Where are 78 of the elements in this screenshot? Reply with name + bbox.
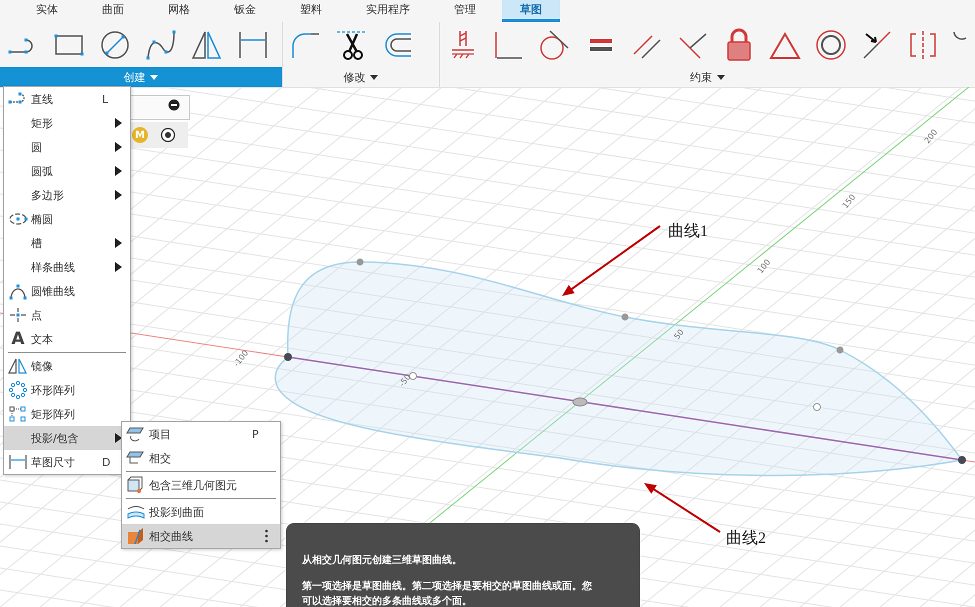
group-dropdown[interactable]: 约束 bbox=[440, 67, 975, 87]
intersection-curve-icon bbox=[126, 527, 146, 545]
more-icon[interactable] bbox=[265, 529, 268, 543]
menu-item[interactable]: 槽 bbox=[4, 231, 130, 255]
center-point[interactable] bbox=[409, 372, 417, 380]
menu-item[interactable]: 多边形 bbox=[4, 183, 130, 207]
ribbon-tab[interactable]: 实用程序 bbox=[348, 0, 428, 22]
menu-item[interactable]: A 文本 bbox=[4, 327, 130, 351]
ribbon-tab[interactable]: 管理 bbox=[436, 0, 494, 22]
end-point[interactable] bbox=[284, 353, 292, 361]
menu-item-label: 矩形阵列 bbox=[31, 406, 76, 422]
tooltip-title: 从相交几何图元创建三维草图曲线。 bbox=[302, 553, 463, 568]
menu-item[interactable]: 点 bbox=[4, 303, 130, 327]
menu-item-label: 槽 bbox=[31, 236, 43, 250]
menu-item-label: 点 bbox=[31, 308, 43, 322]
end-point[interactable] bbox=[958, 456, 966, 464]
menu-item-label: 投影/包含 bbox=[31, 430, 80, 446]
tooltip-body: 第一项选择是草图曲线。第二项选择是要相交的草图曲线或面。您可以选择要相交的多条曲线或多个面。 bbox=[302, 579, 593, 607]
rectangular-pattern-icon bbox=[8, 405, 28, 423]
circular-pattern-icon bbox=[8, 381, 28, 399]
menu-item-label: 环形阵列 bbox=[31, 382, 76, 398]
fit-point[interactable] bbox=[622, 314, 628, 320]
menu-item-label: 圆弧 bbox=[31, 164, 54, 178]
menu-item-label: 相交 bbox=[149, 450, 172, 466]
menu-item-label: 相交曲线 bbox=[149, 528, 194, 544]
menu-item[interactable]: 椭圆 bbox=[4, 207, 130, 231]
menu-item[interactable]: 样条曲线 bbox=[4, 255, 130, 279]
menu-item-label: 圆锥曲线 bbox=[31, 284, 76, 298]
menu-item[interactable]: 矩形 bbox=[4, 111, 130, 135]
spline-icon[interactable] bbox=[144, 28, 178, 62]
ribbon-tab[interactable]: 钣金 bbox=[216, 0, 274, 22]
menu-item-label: 包含三维几何图元 bbox=[149, 478, 238, 492]
axis-label: 50 bbox=[672, 328, 686, 342]
annotation-label: 曲线2 bbox=[726, 530, 766, 547]
menu-item-label: 椭圆 bbox=[31, 212, 54, 226]
annotation-label: 曲线1 bbox=[668, 223, 708, 240]
dimension-icon bbox=[8, 453, 28, 471]
menu-item[interactable]: 圆弧 bbox=[4, 159, 130, 183]
conic-curve-icon bbox=[8, 282, 28, 300]
menu-item-label: 项目 bbox=[149, 426, 172, 442]
menu-item[interactable]: 投影到曲面 bbox=[122, 500, 280, 524]
ribbon-tab[interactable]: 实体 bbox=[18, 0, 76, 22]
menu-item[interactable]: 直线 L bbox=[4, 87, 130, 111]
menu-item-label: 草图尺寸 bbox=[31, 454, 76, 470]
group-dropdown[interactable]: 修改 bbox=[282, 67, 439, 87]
menu-item[interactable]: 圆 bbox=[4, 135, 130, 159]
menu-item-label: 文本 bbox=[31, 332, 54, 346]
project-to-surface-icon bbox=[126, 503, 146, 521]
point-icon bbox=[8, 306, 28, 324]
ribbon-tab[interactable]: 塑料 bbox=[282, 0, 340, 22]
menu-item-label: 矩形 bbox=[31, 116, 54, 130]
project-icon bbox=[126, 425, 146, 443]
shortcut-key: L bbox=[102, 92, 126, 106]
menu-item-label: 圆 bbox=[31, 140, 43, 154]
fit-point[interactable] bbox=[836, 346, 844, 354]
minus-circle-icon[interactable] bbox=[168, 99, 180, 111]
center-point[interactable] bbox=[813, 403, 821, 411]
text-glyph-icon: A bbox=[8, 330, 28, 348]
menu-item[interactable]: 包含三维几何图元 bbox=[122, 473, 280, 497]
menu-item[interactable]: 环形阵列 bbox=[4, 378, 130, 402]
ribbon-tab[interactable]: 网格 bbox=[150, 0, 208, 22]
radio-icon[interactable] bbox=[160, 127, 176, 143]
menu-item-label: 投影到曲面 bbox=[149, 504, 205, 520]
menu-item[interactable]: 相交曲线 bbox=[122, 524, 280, 548]
menu-item-label: 镜像 bbox=[31, 358, 54, 374]
axis-label: -50 bbox=[397, 372, 413, 388]
ribbon-tab[interactable]: 曲面 bbox=[84, 0, 142, 22]
fit-point[interactable] bbox=[356, 258, 364, 266]
menu-item-label: 直线 bbox=[31, 92, 54, 106]
menu-item[interactable]: 圆锥曲线 bbox=[4, 279, 130, 303]
mirror-icon bbox=[8, 357, 28, 375]
origin-point[interactable] bbox=[572, 398, 588, 406]
menu-item[interactable]: 镜像 bbox=[4, 354, 130, 378]
menu-item-label: 样条曲线 bbox=[31, 260, 76, 274]
concentric-circles-icon[interactable] bbox=[814, 28, 848, 62]
menu-item-label: 多边形 bbox=[31, 188, 65, 202]
shortcut-key: P bbox=[252, 428, 276, 440]
ribbon-tab[interactable]: 草图 bbox=[502, 0, 560, 22]
